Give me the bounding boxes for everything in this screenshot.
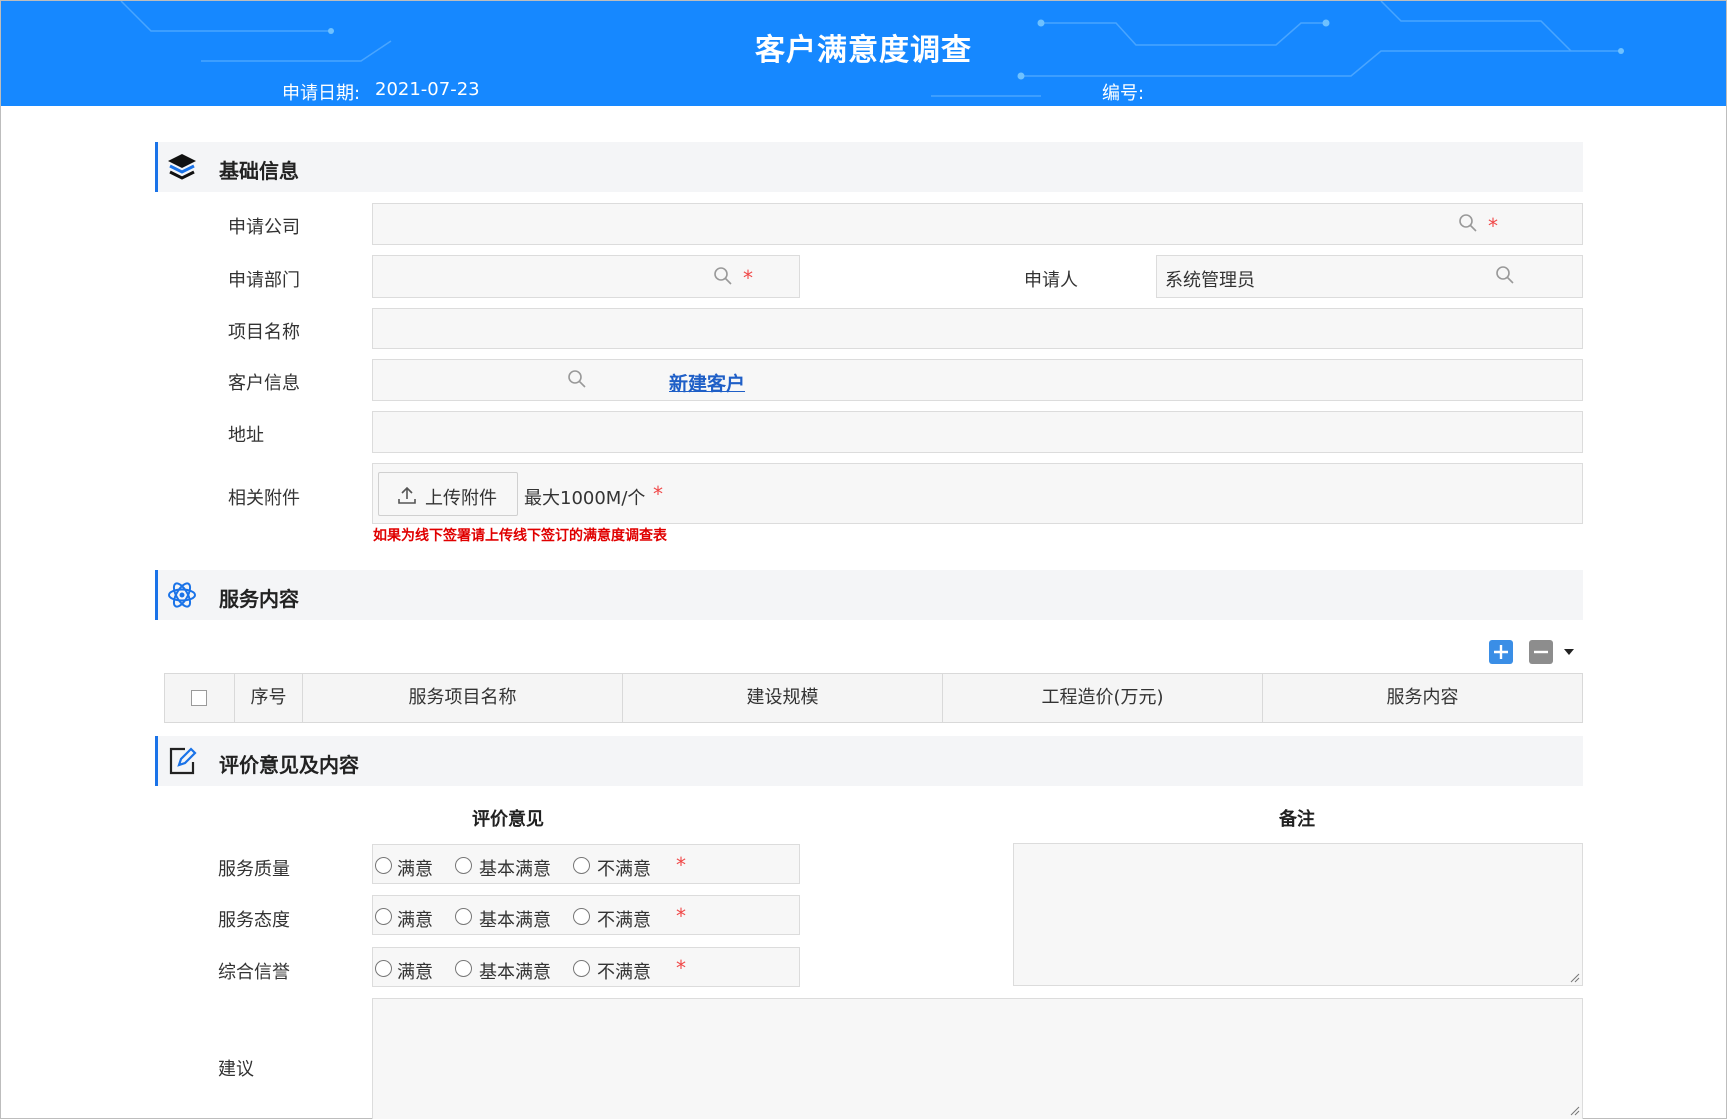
radio-satisfied[interactable] [375,960,392,977]
option-label: 不满意 [597,910,651,931]
option-label: 满意 [397,962,433,983]
radio-basically-satisfied[interactable] [455,857,472,874]
section-basic-info: 基础信息 [155,142,1583,192]
resize-grip-icon[interactable] [1568,971,1580,983]
search-icon[interactable] [713,266,733,286]
section-title: 服务内容 [219,587,299,611]
offline-upload-note: 如果为线下签署请上传线下签订的满意度调查表 [373,528,667,544]
radio-unsatisfied[interactable] [573,960,590,977]
caret-down-icon[interactable] [1562,646,1576,658]
applicant-field[interactable]: 系统管理员 [1156,255,1583,298]
suggestion-label: 建议 [218,1059,254,1080]
upload-attachment-button[interactable]: 上传附件 [378,472,518,516]
column-header: 服务项目名称 [303,674,623,722]
remove-row-button[interactable] [1529,640,1553,664]
column-header: 工程造价(万元) [943,674,1263,722]
header-banner: 客户满意度调查 申请日期: 2021-07-23 编号: [1,1,1726,106]
search-icon[interactable] [567,369,587,389]
service-quality-options: 满意 基本满意 不满意 * [372,844,800,884]
section-title: 评价意见及内容 [219,753,359,777]
required-mark: * [676,853,686,877]
opinion-heading: 评价意见 [472,809,544,830]
overall-reputation-options: 满意 基本满意 不满意 * [372,947,800,987]
department-label: 申请部门 [228,270,300,291]
company-field[interactable]: * [372,203,1583,245]
search-icon[interactable] [1495,265,1515,285]
column-header: 建设规模 [623,674,943,722]
radio-unsatisfied[interactable] [573,857,590,874]
new-customer-link[interactable]: 新建客户 [669,369,745,396]
apply-date-label: 申请日期: [282,83,361,104]
service-table-header: 序号 服务项目名称 建设规模 工程造价(万元) 服务内容 [164,673,1583,723]
address-field[interactable] [372,411,1583,453]
suggestion-textarea[interactable] [372,998,1583,1119]
required-mark: * [653,482,663,506]
option-label: 基本满意 [479,859,551,880]
upload-icon [398,486,416,504]
radio-satisfied[interactable] [375,857,392,874]
required-mark: * [743,266,753,290]
rating-label: 综合信誉 [218,962,290,983]
department-field[interactable]: * [372,255,800,298]
section-service-content: 服务内容 [155,570,1583,620]
serial-number-label: 编号: [1102,83,1145,104]
customer-info-label: 客户信息 [228,373,300,394]
plus-icon [1494,645,1508,659]
add-row-button[interactable] [1489,640,1513,664]
option-label: 不满意 [597,859,651,880]
rating-label: 服务质量 [218,859,290,880]
option-label: 满意 [397,910,433,931]
radio-basically-satisfied[interactable] [455,908,472,925]
select-all-cell [165,674,235,722]
rating-label: 服务态度 [218,910,290,931]
applicant-label: 申请人 [1024,270,1078,291]
attachment-label: 相关附件 [228,488,300,509]
option-label: 基本满意 [479,962,551,983]
option-label: 满意 [397,859,433,880]
minus-icon [1534,650,1548,654]
required-mark: * [676,956,686,980]
atom-icon [168,582,196,608]
company-label: 申请公司 [228,217,300,238]
section-title: 基础信息 [219,159,299,183]
service-attitude-options: 满意 基本满意 不满意 * [372,895,800,935]
page-title: 客户满意度调查 [755,33,972,68]
search-icon[interactable] [1458,213,1478,233]
remarks-heading: 备注 [1279,809,1315,830]
layers-icon [168,154,196,180]
option-label: 不满意 [597,962,651,983]
upload-size-hint: 最大1000M/个 [524,488,646,509]
column-header: 序号 [235,674,303,722]
radio-satisfied[interactable] [375,908,392,925]
project-name-field[interactable] [372,308,1583,349]
radio-unsatisfied[interactable] [573,908,590,925]
required-mark: * [1488,214,1498,238]
remarks-textarea[interactable] [1013,843,1583,986]
section-evaluation: 评价意见及内容 [155,736,1583,786]
resize-grip-icon[interactable] [1568,1104,1580,1116]
project-name-label: 项目名称 [228,322,300,343]
address-label: 地址 [228,425,264,446]
apply-date-value: 2021-07-23 [375,79,480,100]
customer-info-field[interactable] [372,359,1583,401]
option-label: 基本满意 [479,910,551,931]
edit-icon [169,747,197,775]
applicant-value: 系统管理员 [1165,270,1255,291]
upload-button-label: 上传附件 [425,488,497,509]
radio-basically-satisfied[interactable] [455,960,472,977]
select-all-checkbox[interactable] [191,690,207,706]
required-mark: * [676,904,686,928]
column-header: 服务内容 [1386,687,1459,708]
